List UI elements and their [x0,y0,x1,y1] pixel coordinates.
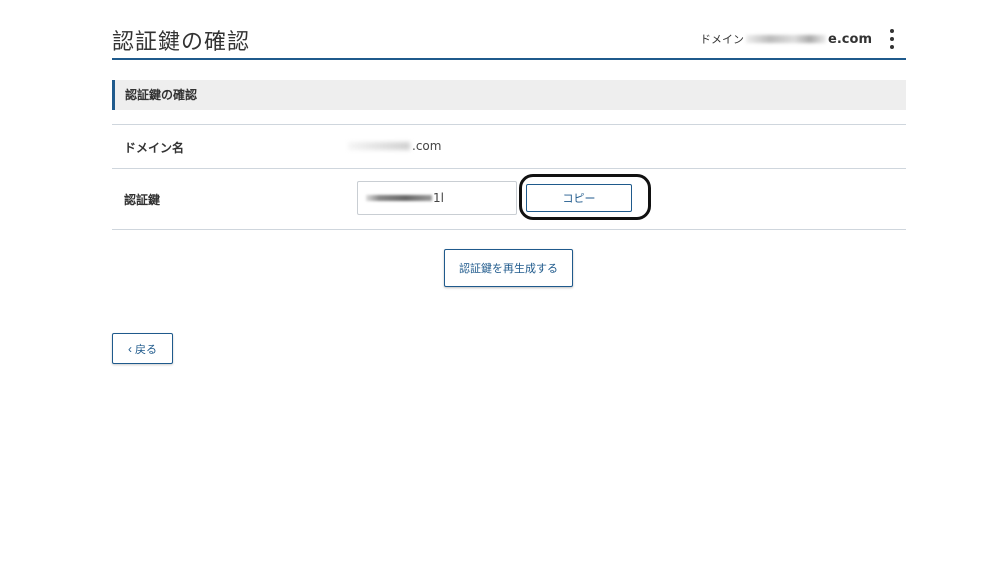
redacted-key [366,195,432,201]
back-label: 戻る [135,343,157,356]
redacted-domain [746,35,827,43]
auth-key-field[interactable]: 1l [357,181,517,215]
domain-indicator: ドメイン e.com [700,31,872,47]
domain-suffix: e.com [828,31,872,47]
section-header: 認証鍵の確認 [112,80,906,110]
page-title: 認証鍵の確認 [112,30,251,55]
domain-name-label: ドメイン名 [124,141,185,155]
domain-name-suffix: .com [412,139,442,153]
auth-key-suffix: 1l [433,191,444,205]
regenerate-key-button[interactable]: 認証鍵を再生成する [444,249,573,287]
redacted-domain [348,142,410,150]
kebab-menu-icon[interactable] [886,29,898,49]
domain-name-value: .com [348,139,441,153]
chevron-left-icon: ‹ [128,341,132,356]
domain-prefix: ドメイン [700,33,745,46]
row-divider [112,229,906,230]
header-divider [112,58,906,60]
back-button[interactable]: ‹ 戻る [112,333,173,364]
row-divider [112,168,906,169]
auth-key-label: 認証鍵 [124,193,161,207]
row-divider [112,124,906,125]
copy-button[interactable]: コピー [526,184,632,212]
